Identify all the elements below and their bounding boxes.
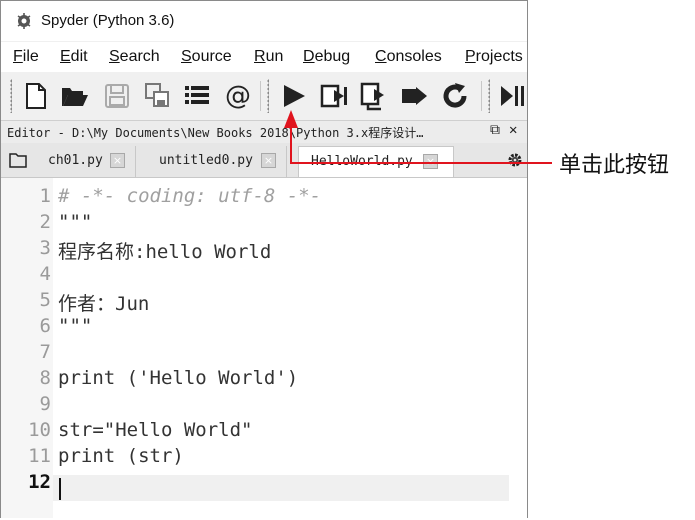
toolbar-separator bbox=[481, 81, 482, 111]
code-text[interactable]: 程序名称:hello World bbox=[58, 237, 271, 264]
toolbar-grip[interactable] bbox=[10, 79, 12, 113]
line-number: 6 bbox=[39, 315, 51, 337]
code-text[interactable]: print (str) bbox=[58, 445, 184, 467]
open-folder-icon[interactable] bbox=[59, 81, 89, 111]
tab-untitled0[interactable]: untitled0.py × bbox=[147, 146, 287, 177]
gear-icon[interactable] bbox=[507, 152, 523, 168]
code-line[interactable]: 4 bbox=[1, 263, 521, 289]
code-text[interactable]: """ bbox=[58, 315, 92, 337]
line-number: 5 bbox=[39, 289, 51, 311]
line-number: 10 bbox=[28, 419, 51, 441]
menu-file[interactable]: File bbox=[13, 48, 39, 66]
tab-ch01[interactable]: ch01.py × bbox=[36, 146, 136, 177]
code-text[interactable]: print ('Hello World') bbox=[58, 367, 298, 389]
tab-close-icon[interactable]: × bbox=[261, 153, 276, 168]
debug-icon[interactable] bbox=[497, 81, 527, 111]
editor-tab-bar: ch01.py × untitled0.py × HelloWorld.py × bbox=[1, 143, 527, 178]
text-cursor bbox=[59, 478, 61, 500]
code-line[interactable]: 11 print (str) bbox=[1, 445, 521, 471]
code-line[interactable]: 6 """ bbox=[1, 315, 521, 341]
code-line[interactable]: 12 bbox=[1, 471, 521, 497]
run-selection-icon[interactable] bbox=[399, 81, 429, 111]
line-number: 3 bbox=[39, 237, 51, 259]
code-text[interactable]: 作者：Jun bbox=[58, 289, 149, 316]
run-cell-advance-icon[interactable] bbox=[359, 81, 389, 111]
browse-tabs-icon[interactable] bbox=[9, 152, 27, 168]
code-line[interactable]: 2 """ bbox=[1, 211, 521, 237]
new-file-icon[interactable] bbox=[21, 81, 51, 111]
toolbar-separator bbox=[260, 81, 261, 111]
tab-close-icon[interactable]: × bbox=[110, 153, 125, 168]
run-icon[interactable] bbox=[279, 81, 309, 111]
menu-consoles[interactable]: Consoles bbox=[375, 48, 442, 66]
spyder-window: Spyder (Python 3.6) File Edit Search Sou… bbox=[0, 0, 528, 518]
tab-label: ch01.py bbox=[48, 153, 103, 168]
menu-bar: File Edit Search Source Run Debug Consol… bbox=[1, 42, 527, 72]
code-line[interactable]: 10 str="Hello World" bbox=[1, 419, 521, 445]
line-number: 1 bbox=[39, 185, 51, 207]
menu-debug[interactable]: Debug bbox=[303, 48, 350, 66]
editor-file-path: Editor - D:\My Documents\New Books 2018\… bbox=[7, 126, 424, 140]
code-line[interactable]: 7 bbox=[1, 341, 521, 367]
toolbar-grip[interactable] bbox=[267, 79, 269, 113]
code-text[interactable]: """ bbox=[58, 211, 92, 233]
toolbar-grip[interactable] bbox=[488, 79, 490, 113]
code-text[interactable]: str="Hello World" bbox=[58, 419, 252, 441]
at-icon[interactable]: @ bbox=[223, 81, 253, 111]
tab-close-icon[interactable]: × bbox=[423, 154, 438, 169]
save-all-icon[interactable] bbox=[143, 81, 173, 111]
spyder-app-icon bbox=[17, 13, 31, 29]
code-line[interactable]: 5 作者：Jun bbox=[1, 289, 521, 315]
menu-run[interactable]: Run bbox=[254, 48, 283, 66]
list-icon[interactable] bbox=[182, 81, 212, 111]
line-number: 2 bbox=[39, 211, 51, 233]
code-line[interactable]: 1 # -*- coding: utf-8 -*- bbox=[1, 185, 521, 211]
line-number: 8 bbox=[39, 367, 51, 389]
run-cell-icon[interactable] bbox=[319, 81, 349, 111]
line-number: 4 bbox=[39, 263, 51, 285]
tab-label: untitled0.py bbox=[159, 153, 253, 168]
code-editor[interactable]: 1 # -*- coding: utf-8 -*- 2 """ 3 程序名称:hello … bbox=[1, 178, 527, 518]
tab-label: HelloWorld.py bbox=[311, 154, 413, 169]
menu-edit[interactable]: Edit bbox=[60, 48, 88, 66]
editor-pane-header: Editor - D:\My Documents\New Books 2018\… bbox=[1, 120, 527, 144]
save-icon[interactable] bbox=[102, 81, 132, 111]
tab-helloworld[interactable]: HelloWorld.py × bbox=[298, 146, 454, 177]
undock-icon[interactable]: ⧉ bbox=[490, 122, 500, 138]
code-line[interactable]: 8 print ('Hello World') bbox=[1, 367, 521, 393]
line-number: 9 bbox=[39, 393, 51, 415]
rerun-icon[interactable] bbox=[440, 81, 470, 111]
menu-source[interactable]: Source bbox=[181, 48, 232, 66]
code-line[interactable]: 3 程序名称:hello World bbox=[1, 237, 521, 263]
window-title: Spyder (Python 3.6) bbox=[41, 12, 175, 29]
line-number: 11 bbox=[28, 445, 51, 467]
menu-search[interactable]: Search bbox=[109, 48, 160, 66]
line-number: 7 bbox=[39, 341, 51, 363]
close-pane-icon[interactable]: ✕ bbox=[509, 122, 517, 138]
toolbar: @ bbox=[1, 73, 527, 119]
title-bar: Spyder (Python 3.6) bbox=[1, 1, 527, 41]
line-number: 12 bbox=[28, 471, 51, 493]
annotation-label: 单击此按钮 bbox=[559, 153, 670, 178]
code-line[interactable]: 9 bbox=[1, 393, 521, 419]
code-text[interactable]: # -*- coding: utf-8 -*- bbox=[58, 185, 321, 207]
menu-projects[interactable]: Projects bbox=[465, 48, 523, 66]
